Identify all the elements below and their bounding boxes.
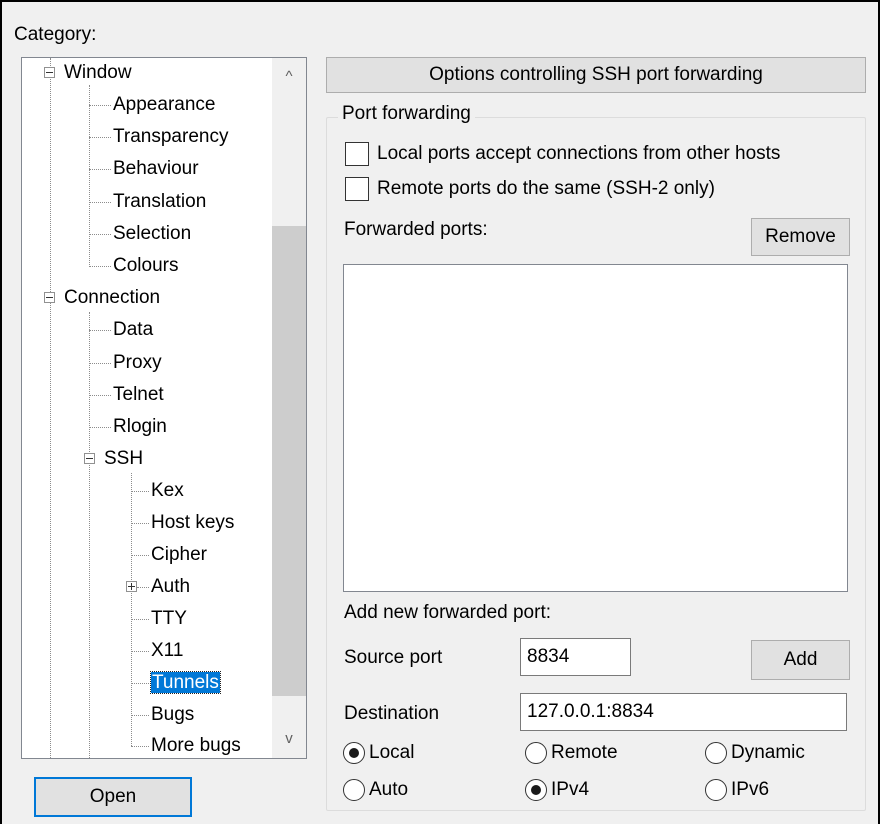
remove-button[interactable]: Remove <box>751 218 850 256</box>
tree-item-transparency[interactable]: Transparency <box>113 122 228 152</box>
collapse-window-icon[interactable] <box>44 67 55 78</box>
tree-item-appearance[interactable]: Appearance <box>113 90 215 120</box>
panel-title: Options controlling SSH port forwarding <box>326 57 866 93</box>
tree-item-tty[interactable]: TTY <box>151 604 187 634</box>
scroll-up-arrow-icon[interactable]: ^ <box>272 60 306 94</box>
radio-ipv4-label: IPv4 <box>551 779 590 800</box>
radio-ipv4-button[interactable] <box>525 779 547 801</box>
tree-item-telnet[interactable]: Telnet <box>113 380 164 410</box>
radio-local-label: Local <box>369 742 415 763</box>
radio-remote[interactable]: Remote <box>525 742 618 764</box>
tree-item-tunnels[interactable]: Tunnels <box>150 668 221 698</box>
radio-dynamic-button[interactable] <box>705 742 727 764</box>
radio-ipv4[interactable]: IPv4 <box>525 779 589 801</box>
tree-item-x11[interactable]: X11 <box>151 636 183 666</box>
radio-remote-button[interactable] <box>525 742 547 764</box>
forwarded-ports-label: Forwarded ports: <box>344 219 488 240</box>
remote-ports-checkbox[interactable] <box>345 177 369 201</box>
radio-local[interactable]: Local <box>343 742 414 764</box>
tree-item-window[interactable]: Window <box>64 58 132 88</box>
expand-auth-icon[interactable] <box>126 581 137 592</box>
radio-local-button[interactable] <box>343 742 365 764</box>
tree-item-cipher[interactable]: Cipher <box>151 540 207 570</box>
source-port-input[interactable] <box>520 638 631 676</box>
tree-item-colours[interactable]: Colours <box>113 251 178 281</box>
add-button[interactable]: Add <box>751 640 850 680</box>
destination-input[interactable] <box>520 693 847 731</box>
radio-auto-label: Auto <box>369 779 409 800</box>
tree-item-more-bugs[interactable]: More bugs <box>151 731 241 758</box>
tree-item-auth[interactable]: Auth <box>151 572 190 602</box>
radio-remote-label: Remote <box>551 742 618 763</box>
radio-auto-button[interactable] <box>343 779 365 801</box>
category-tree[interactable]: Window Appearance Transparency Behaviour… <box>21 57 307 759</box>
scroll-down-arrow-icon[interactable]: v <box>272 722 306 756</box>
tree-item-ssh[interactable]: SSH <box>104 444 143 474</box>
local-ports-option[interactable]: Local ports accept connections from othe… <box>345 142 780 166</box>
forwarded-ports-list[interactable] <box>343 264 848 592</box>
local-ports-checkbox[interactable] <box>345 142 369 166</box>
open-button[interactable]: Open <box>34 777 192 817</box>
putty-config-dialog: Category: Window Appearance Transparency… <box>0 0 880 824</box>
remote-ports-label: Remote ports do the same (SSH-2 only) <box>377 178 715 199</box>
local-ports-label: Local ports accept connections from othe… <box>377 143 781 164</box>
radio-ipv6[interactable]: IPv6 <box>705 779 769 801</box>
add-new-port-label: Add new forwarded port: <box>344 602 552 623</box>
tree-item-connection[interactable]: Connection <box>64 283 160 313</box>
scroll-thumb[interactable] <box>272 226 306 696</box>
tree-item-host-keys[interactable]: Host keys <box>151 508 234 538</box>
radio-ipv6-button[interactable] <box>705 779 727 801</box>
category-label: Category: <box>14 24 97 45</box>
radio-ipv6-label: IPv6 <box>731 779 770 800</box>
tree-item-data[interactable]: Data <box>113 315 153 345</box>
tree-item-translation[interactable]: Translation <box>113 187 206 217</box>
destination-label: Destination <box>344 703 440 724</box>
tree-item-behaviour[interactable]: Behaviour <box>113 154 199 184</box>
tree-item-rlogin[interactable]: Rlogin <box>113 412 167 442</box>
radio-dynamic[interactable]: Dynamic <box>705 742 805 764</box>
radio-auto[interactable]: Auto <box>343 779 408 801</box>
collapse-connection-icon[interactable] <box>44 292 55 303</box>
remote-ports-option[interactable]: Remote ports do the same (SSH-2 only) <box>345 177 715 201</box>
tree-item-selection[interactable]: Selection <box>113 219 191 249</box>
tree-item-bugs[interactable]: Bugs <box>151 700 194 730</box>
radio-dynamic-label: Dynamic <box>731 742 805 763</box>
tree-item-kex[interactable]: Kex <box>151 476 184 506</box>
port-forwarding-title: Port forwarding <box>338 103 475 125</box>
source-port-label: Source port <box>344 647 443 668</box>
tree-scrollbar[interactable]: ^ v <box>272 58 306 758</box>
tree-item-proxy[interactable]: Proxy <box>113 348 162 378</box>
collapse-ssh-icon[interactable] <box>84 453 95 464</box>
